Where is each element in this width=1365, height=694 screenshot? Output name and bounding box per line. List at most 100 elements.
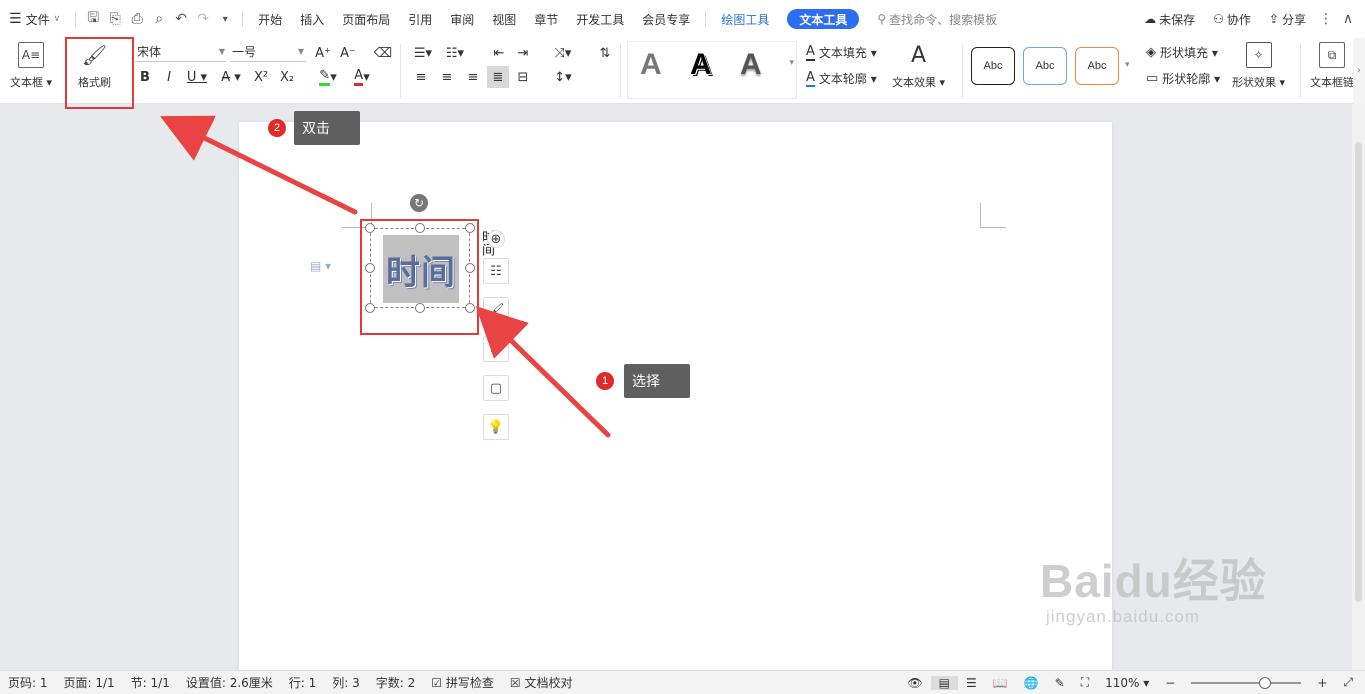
save-icon[interactable]: 🖫 [82, 0, 104, 38]
tab-view[interactable]: 视图 [483, 0, 525, 38]
status-section: 节: 1/1 [130, 676, 170, 690]
search-icon: ⚲ [877, 12, 887, 26]
highlight-icon[interactable]: ✎ ▾ [314, 66, 342, 88]
print-preview-icon[interactable]: ⌕ [148, 0, 170, 38]
increase-font-icon[interactable]: A⁺ [312, 42, 334, 64]
page-view-icon[interactable]: ▤ [930, 675, 958, 690]
align-right-icon[interactable]: ≡ [462, 66, 484, 88]
tab-home[interactable]: 开始 [249, 0, 291, 38]
shape-gallery-more-icon[interactable]: ▾ [1125, 60, 1130, 70]
vertical-scrollbar[interactable] [1352, 104, 1365, 670]
pen-icon[interactable]: ✎ [1047, 676, 1073, 690]
text-style-shadow[interactable]: A [740, 48, 762, 82]
scrollbar-thumb[interactable] [1355, 142, 1362, 602]
tab-drawing-tools[interactable]: 绘图工具 [712, 0, 778, 38]
italic-icon[interactable]: I [160, 66, 178, 88]
align-center-icon[interactable]: ≡ [436, 66, 458, 88]
reading-view-icon[interactable]: 📖 [985, 676, 1016, 690]
text-style-gray[interactable]: A [640, 48, 662, 82]
tab-text-tools[interactable]: 文本工具 [787, 9, 860, 29]
strikethrough-icon[interactable]: A̶ ▾ [218, 66, 244, 88]
decrease-indent-icon[interactable]: ⇤ [488, 42, 510, 64]
lightbulb-icon[interactable]: 💡 [483, 414, 509, 440]
bold-icon[interactable]: B [136, 66, 154, 88]
text-fill-button[interactable]: A 文本填充 ▾ [806, 44, 877, 61]
rotate-handle-icon[interactable]: ↻ [410, 194, 428, 212]
unsaved-label: 未保存 [1159, 12, 1196, 27]
more-quick-access-icon[interactable]: ▾ [214, 0, 236, 38]
shape-fill-icon: ◈ [1146, 45, 1156, 60]
shape-style-blue[interactable]: Abc [1023, 47, 1067, 85]
shape-effect-button[interactable]: ✧ 形状效果 ▾ [1232, 42, 1285, 90]
textbox-link-button[interactable]: ⧉ 文本框链 [1310, 42, 1354, 90]
text-direction-icon[interactable]: ⤨▾ [548, 42, 578, 64]
decrease-font-icon[interactable]: A⁻ [337, 42, 359, 64]
file-menu[interactable]: ☰ 文件 ∨ [0, 0, 69, 38]
export-icon[interactable]: ⎘ [104, 0, 126, 38]
gallery-more-icon[interactable]: ▾ [789, 58, 794, 68]
tab-review[interactable]: 审阅 [441, 0, 483, 38]
fit-page-icon[interactable]: ⛶ [1073, 675, 1097, 690]
font-size-select[interactable]: 一号 ▼ [230, 42, 306, 62]
line-spacing-icon[interactable]: ↕▾ [548, 66, 578, 88]
zoom-slider-knob[interactable] [1259, 676, 1272, 689]
zoom-level[interactable]: 110% ▾ [1097, 676, 1157, 690]
distribute-icon[interactable]: ⊟ [512, 66, 534, 88]
outline-icon[interactable]: ▢ [483, 375, 509, 401]
zoom-out-icon[interactable]: − [1157, 676, 1183, 690]
shape-style-black[interactable]: Abc [971, 47, 1015, 85]
underline-icon[interactable]: U ▾ [184, 66, 210, 88]
bullet-list-icon[interactable]: ☰▾ [410, 42, 436, 64]
undo-icon[interactable]: ↶ [170, 0, 192, 38]
more-icon[interactable]: ⋮ [1315, 0, 1337, 38]
tab-page-layout[interactable]: 页面布局 [333, 0, 399, 38]
fill-color-icon[interactable]: ▭ [483, 336, 509, 362]
doc-check-button[interactable]: ☒ 文档校对 [502, 674, 581, 691]
font-color-icon[interactable]: A ▾ [348, 66, 376, 88]
tab-developer[interactable]: 开发工具 [567, 0, 633, 38]
text-outline-button[interactable]: A 文本轮廓 ▾ [806, 70, 877, 87]
align-left-icon[interactable]: ≡ [410, 66, 432, 88]
textbox-button[interactable]: A≡ 文本框 ▾ [10, 42, 52, 90]
fullscreen-icon[interactable]: ⤢ [1335, 675, 1361, 690]
clear-format-icon[interactable]: ⌫ [372, 42, 394, 64]
zoom-slider[interactable] [1191, 676, 1302, 689]
shape-effect-label: 形状效果 ▾ [1232, 76, 1286, 89]
collaborate-button[interactable]: ⚇ 协作 [1204, 0, 1260, 38]
text-style-black[interactable]: A [690, 48, 712, 82]
subscript-icon[interactable]: X₂ [276, 66, 298, 88]
ribbon-scroll-right-icon[interactable]: › [1353, 38, 1365, 104]
step-1-callout: 选择 [624, 364, 690, 398]
shape-outline-button[interactable]: ▭ 形状轮廓 ▾ [1146, 70, 1220, 87]
status-words[interactable]: 字数: 2 [368, 674, 424, 691]
eye-icon[interactable]: 👁 [899, 676, 930, 690]
paragraph-handle-icon[interactable]: ▤ ▾ [310, 259, 331, 273]
textbox-icon: A≡ [18, 42, 45, 68]
search-box[interactable]: ⚲ 查找命令、搜索模板 [868, 0, 1006, 38]
shape-fill-button[interactable]: ◈ 形状填充 ▾ [1146, 44, 1218, 61]
increase-indent-icon[interactable]: ⇥ [512, 42, 534, 64]
outline-view-icon[interactable]: ☰ [958, 676, 985, 690]
sort-icon[interactable]: ⇅ [594, 42, 616, 64]
zoom-in-icon[interactable]: + [1309, 676, 1335, 690]
font-name-select[interactable]: 宋体 ▼ [135, 42, 227, 62]
superscript-icon[interactable]: X² [250, 66, 272, 88]
wrap-text-icon[interactable]: ☷ [483, 258, 509, 284]
tab-sections[interactable]: 章节 [525, 0, 567, 38]
numbered-list-icon[interactable]: ☷▾ [442, 42, 468, 64]
web-view-icon[interactable]: 🌐 [1016, 676, 1047, 690]
redo-icon[interactable]: ↷ [192, 0, 214, 38]
unsaved-status[interactable]: ☁ 未保存 [1135, 0, 1204, 38]
tab-insert[interactable]: 插入 [291, 0, 333, 38]
text-effect-button[interactable]: A 文本效果 ▾ [892, 42, 945, 90]
layout-options-icon[interactable]: ⊕ [487, 230, 505, 248]
spellcheck-button[interactable]: ☑ 拼写检查 [423, 674, 502, 691]
tab-references[interactable]: 引用 [399, 0, 441, 38]
collapse-ribbon-icon[interactable]: ∧ [1337, 0, 1359, 38]
brush-tool-icon[interactable]: 🖌 [483, 297, 509, 323]
tab-membership[interactable]: 会员专享 [633, 0, 699, 38]
shape-style-orange[interactable]: Abc [1075, 47, 1119, 85]
share-button[interactable]: ⇪ 分享 [1260, 0, 1315, 38]
justify-icon[interactable]: ≣ [487, 66, 509, 88]
print-icon[interactable]: ⎙ [126, 0, 148, 38]
